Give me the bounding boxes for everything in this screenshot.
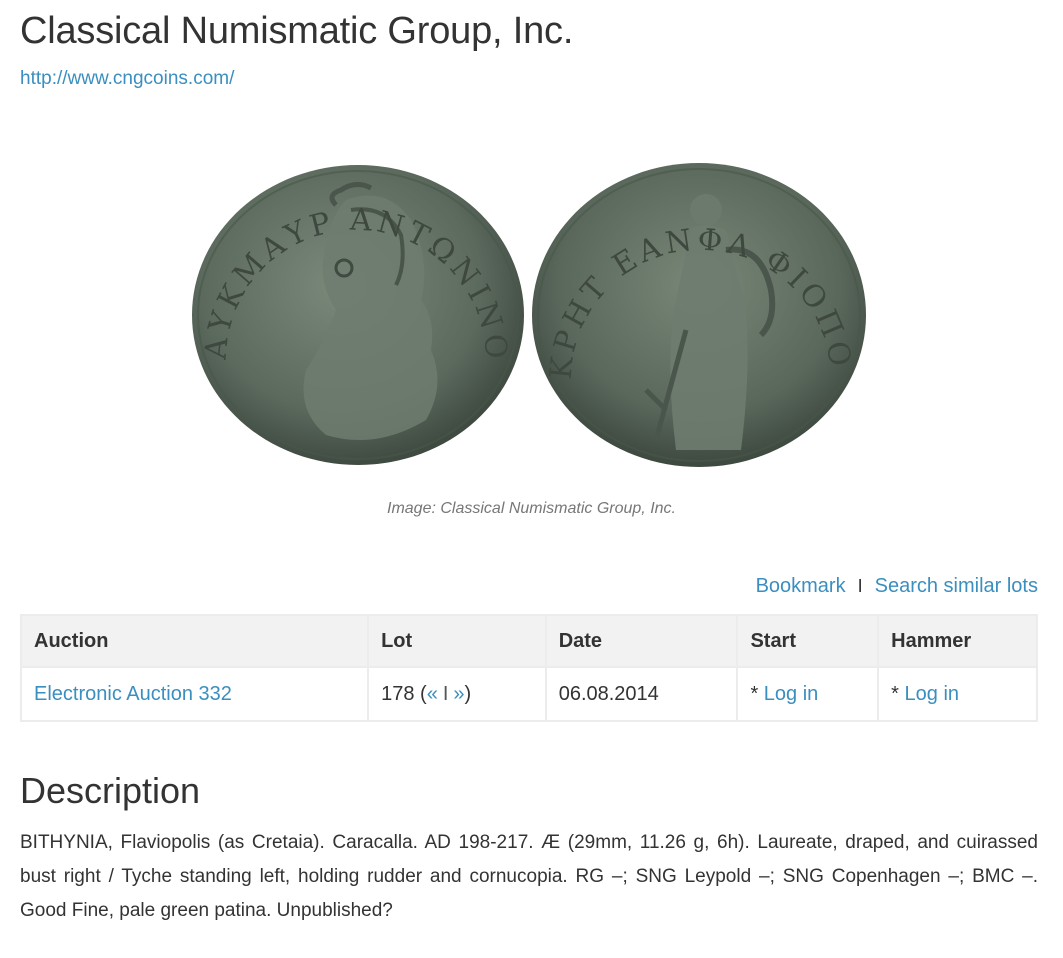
cell-date: 06.08.2014 [544, 666, 739, 722]
actions-separator: I [857, 576, 863, 596]
lot-number: 178 ( [381, 682, 427, 705]
next-lot-link[interactable]: » [453, 683, 464, 705]
header-hammer: Hammer [877, 614, 1038, 668]
start-login-link[interactable]: Log in [764, 683, 819, 705]
image-caption: Image: Classical Numismatic Group, Inc. [387, 500, 676, 517]
search-similar-lots-link[interactable]: Search similar lots [875, 575, 1038, 598]
table-row: Electronic Auction 332 178 (« I») 06.08.2… [19, 666, 1038, 722]
lot-nav-separator: I [442, 682, 449, 705]
hammer-asterisk: * [891, 682, 905, 705]
hammer-login-link[interactable]: Log in [905, 683, 960, 705]
website-link[interactable]: http://www.cngcoins.com/ [20, 68, 234, 90]
cell-hammer: * Log in [877, 666, 1038, 722]
description-heading: Description [20, 770, 201, 811]
coin-image[interactable]: ΑΥΚΜΑΥΡ ΑΝΤΩΝΙΝΟ ΚΡΗΤ ΕΑΝΦΛ ΦΙΟΠΟΛΙΤΩΝ [186, 150, 876, 480]
header-start: Start [736, 614, 880, 668]
cell-auction: Electronic Auction 332 [19, 666, 370, 722]
bookmark-link[interactable]: Bookmark [756, 575, 846, 598]
page-title: Classical Numismatic Group, Inc. [20, 10, 574, 52]
lot-table: Auction Lot Date Start Hammer Electronic… [19, 614, 1038, 722]
lot-actions: Bookmark I Search similar lots [756, 575, 1038, 598]
cell-lot: 178 (« I») [367, 666, 547, 722]
auction-link[interactable]: Electronic Auction 332 [34, 683, 232, 705]
start-asterisk: * [750, 682, 764, 705]
previous-lot-link[interactable]: « [427, 683, 438, 705]
header-lot: Lot [367, 614, 547, 668]
coin-obverse: ΑΥΚΜΑΥΡ ΑΝΤΩΝΙΝΟ [192, 165, 524, 465]
cell-start: * Log in [736, 666, 880, 722]
lot-close-paren: ) [464, 682, 472, 705]
header-date: Date [544, 614, 739, 668]
description-text: BITHYNIA, Flaviopolis (as Cretaia). Cara… [20, 832, 1038, 921]
table-header-row: Auction Lot Date Start Hammer [19, 614, 1038, 668]
header-auction: Auction [19, 614, 370, 668]
